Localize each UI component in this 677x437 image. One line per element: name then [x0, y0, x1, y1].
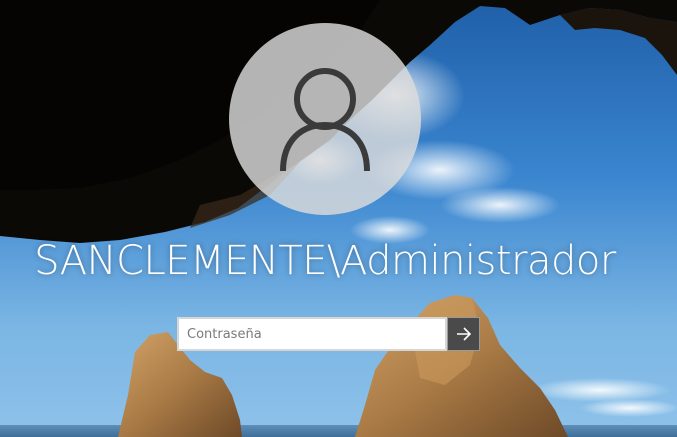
- password-row: [177, 317, 480, 351]
- user-avatar: [229, 23, 421, 215]
- password-input[interactable]: [177, 317, 447, 351]
- account-username: SANCLEMENTE\Administrador: [34, 238, 616, 284]
- user-silhouette-icon: [280, 68, 370, 171]
- arrow-right-icon: [456, 327, 471, 341]
- submit-button[interactable]: [447, 317, 480, 351]
- lock-screen: SANCLEMENTE\Administrador: [0, 0, 677, 437]
